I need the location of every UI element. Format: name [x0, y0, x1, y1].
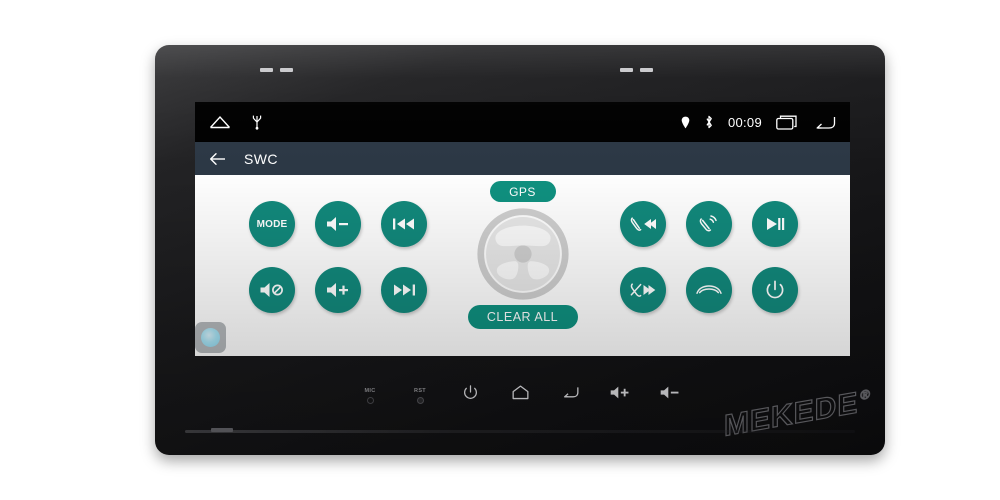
phone-previous-button[interactable] — [620, 201, 666, 247]
location-pin-icon — [681, 116, 690, 129]
phone-hangup-icon — [695, 282, 723, 298]
phone-answer-icon — [697, 213, 721, 235]
phone-hangup-button[interactable] — [686, 267, 732, 313]
assist-touch-dot[interactable] — [195, 322, 226, 353]
previous-track-button[interactable] — [381, 201, 427, 247]
next-track-button[interactable] — [381, 267, 427, 313]
back-arrow-icon[interactable] — [814, 115, 836, 130]
status-bar-clock: 00:09 — [727, 114, 762, 130]
bezel-vent-slot — [620, 68, 633, 72]
grid-cell — [676, 191, 742, 257]
phone-reject-next-button[interactable] — [620, 267, 666, 313]
grid-cell — [305, 191, 371, 257]
grid-cell — [371, 257, 437, 323]
grid-cell — [610, 191, 676, 257]
volume-up-button[interactable] — [315, 267, 361, 313]
clear-all-button[interactable]: CLEAR ALL — [467, 305, 578, 329]
previous-track-icon — [391, 215, 417, 233]
grid-cell — [610, 257, 676, 323]
grid-cell — [676, 257, 742, 323]
phone-reject-next-icon — [629, 280, 657, 300]
gps-button[interactable]: GPS — [489, 181, 556, 202]
recent-apps-icon[interactable] — [776, 115, 800, 130]
back-arrow-icon — [561, 384, 580, 406]
app-bar-back-icon[interactable] — [209, 152, 226, 166]
mic-hole-opening — [366, 397, 374, 404]
reset-hole[interactable]: RST — [395, 371, 445, 411]
bezel-hard-key-row: MIC RST — [155, 371, 885, 411]
next-track-icon — [391, 281, 417, 299]
play-pause-icon — [764, 215, 786, 233]
swc-content-area: MODE GPS CLEAR ALL — [195, 175, 850, 356]
grid-cell — [371, 191, 437, 257]
grid-cell — [239, 257, 305, 323]
volume-down-icon — [325, 214, 351, 234]
mic-label: MIC — [364, 388, 376, 394]
back-key[interactable] — [545, 371, 595, 411]
phone-answer-button[interactable] — [686, 201, 732, 247]
grid-cell — [742, 191, 808, 257]
bluetooth-icon — [704, 115, 714, 129]
power-button[interactable] — [752, 267, 798, 313]
assist-dot-circle — [201, 328, 220, 347]
home-icon[interactable] — [209, 115, 231, 129]
mute-button[interactable] — [249, 267, 295, 313]
volume-up-icon — [609, 384, 631, 406]
phone-button-grid — [610, 191, 808, 323]
car-head-unit-device: 00:09 SWC MODE GPS CLEAR ALL MIC RST MEK… — [155, 45, 885, 455]
mode-button[interactable]: MODE — [249, 201, 295, 247]
bezel-vent-slot — [280, 68, 293, 72]
mic-hole: MIC — [345, 371, 395, 411]
steering-wheel-icon — [475, 206, 571, 302]
usb-icon — [251, 114, 263, 130]
grid-cell — [742, 257, 808, 323]
android-status-bar: 00:09 — [195, 102, 850, 142]
grid-cell — [305, 257, 371, 323]
screenshot-root: 00:09 SWC MODE GPS CLEAR ALL MIC RST MEK… — [0, 0, 1000, 500]
volume-down-key[interactable] — [645, 371, 695, 411]
media-button-grid: MODE — [239, 191, 437, 323]
steering-wheel-column: GPS CLEAR ALL — [448, 181, 598, 329]
volume-down-icon — [659, 384, 681, 406]
play-pause-button[interactable] — [752, 201, 798, 247]
volume-up-icon — [325, 280, 351, 300]
page-title: SWC — [244, 150, 278, 167]
home-key[interactable] — [495, 371, 545, 411]
volume-up-key[interactable] — [595, 371, 645, 411]
bezel-vent-slot — [640, 68, 653, 72]
power-icon — [764, 279, 786, 301]
bezel-vent-slot — [260, 68, 273, 72]
app-bar: SWC — [195, 142, 850, 175]
disc-slot-tab — [211, 428, 233, 432]
home-icon — [511, 384, 530, 406]
volume-mute-icon — [259, 280, 285, 300]
volume-down-button[interactable] — [315, 201, 361, 247]
grid-cell: MODE — [239, 191, 305, 257]
reset-hole-opening[interactable] — [416, 397, 424, 404]
phone-previous-icon — [629, 214, 657, 234]
power-icon — [462, 384, 479, 406]
mode-button-label: MODE — [256, 218, 288, 230]
reset-label: RST — [414, 388, 426, 394]
touchscreen[interactable]: 00:09 SWC MODE GPS CLEAR ALL — [195, 102, 850, 356]
power-key[interactable] — [445, 371, 495, 411]
disc-slot — [185, 430, 855, 433]
